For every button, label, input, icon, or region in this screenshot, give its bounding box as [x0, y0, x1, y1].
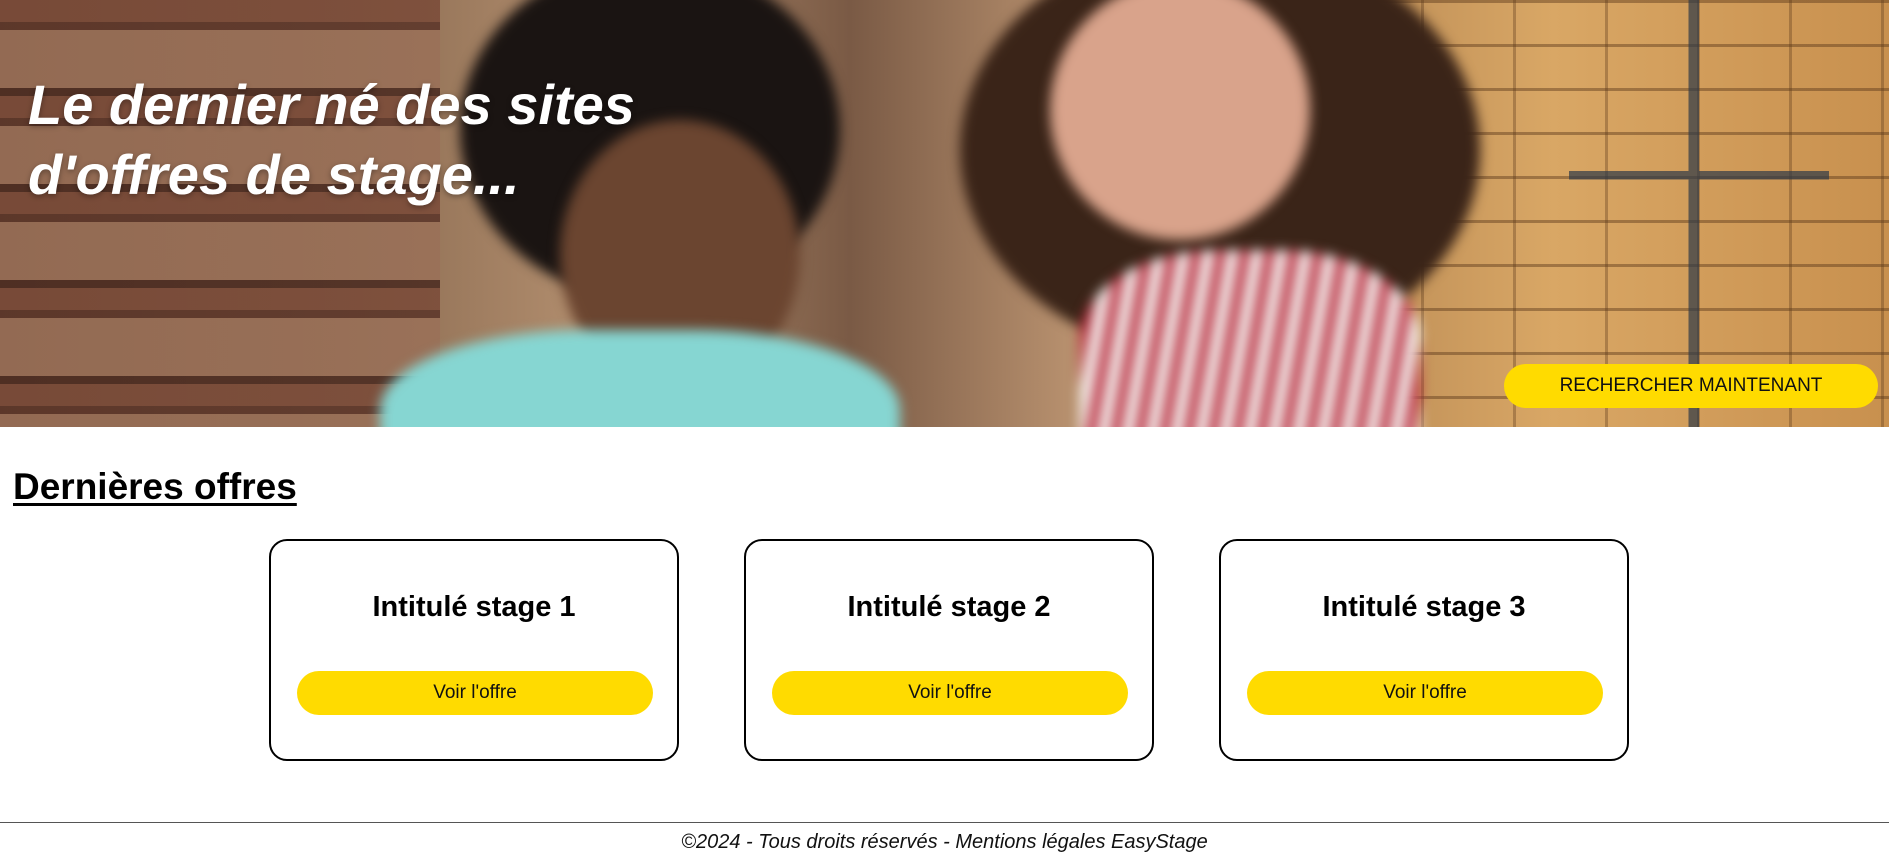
hero-image-person [380, 330, 900, 427]
hero-title: Le dernier né des sites d'offres de stag… [28, 73, 635, 206]
hero-image-person [1080, 250, 1420, 427]
view-offer-button[interactable]: Voir l'offre [772, 671, 1128, 715]
offer-card-title: Intitulé stage 1 [372, 591, 576, 623]
offer-card: Intitulé stage 1 Voir l'offre [269, 539, 679, 761]
hero-image-bookshelf [0, 0, 440, 427]
offer-card-title: Intitulé stage 2 [847, 591, 1051, 623]
latest-offers-title: Dernières offres [13, 466, 297, 507]
hero-image-scaffold [1569, 0, 1829, 427]
footer-text: ©2024 - Tous droits réservés - Mentions … [681, 831, 1208, 853]
footer: ©2024 - Tous droits réservés - Mentions … [0, 822, 1889, 854]
view-offer-button[interactable]: Voir l'offre [1247, 671, 1603, 715]
search-now-button[interactable]: RECHERCHER MAINTENANT [1504, 364, 1878, 408]
offer-card: Intitulé stage 3 Voir l'offre [1219, 539, 1629, 761]
view-offer-button[interactable]: Voir l'offre [297, 671, 653, 715]
offer-card: Intitulé stage 2 Voir l'offre [744, 539, 1154, 761]
offer-card-title: Intitulé stage 3 [1322, 591, 1526, 623]
hero-banner: Le dernier né des sites d'offres de stag… [0, 0, 1889, 427]
